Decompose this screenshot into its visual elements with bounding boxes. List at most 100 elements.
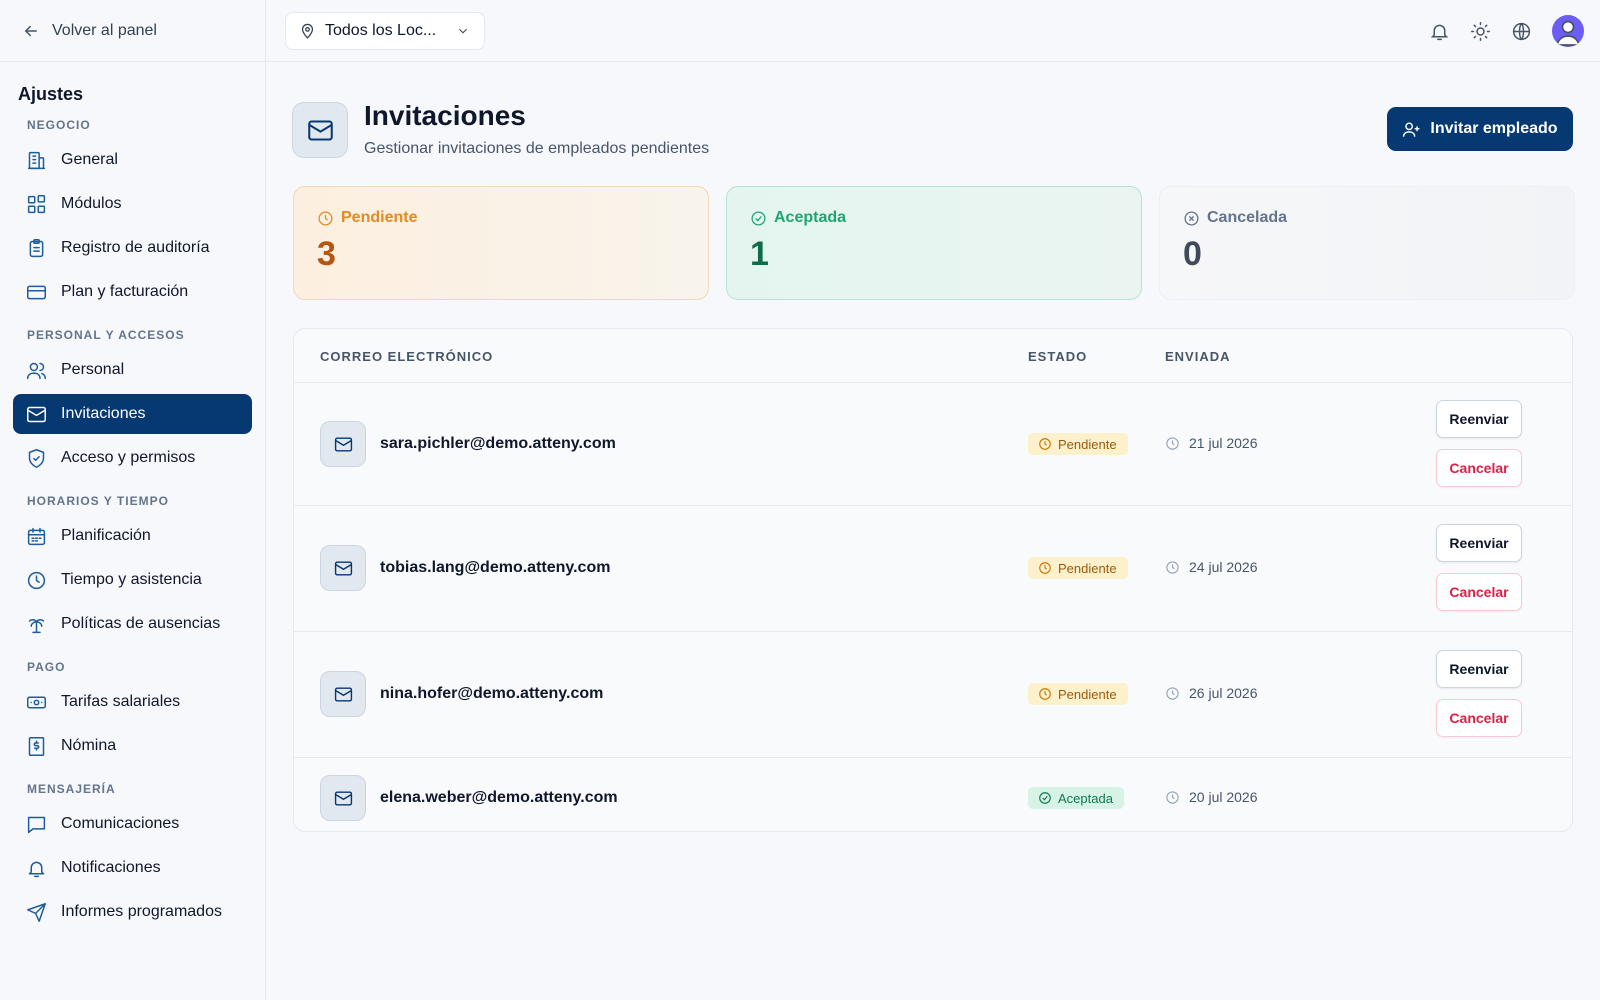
location-selector[interactable]: Todos los Loc...	[285, 12, 485, 50]
bell-icon	[1430, 24, 1449, 40]
column-header-email[interactable]: CORREO ELECTRÓNICO	[320, 349, 493, 364]
mail-icon	[334, 686, 352, 702]
sidebar-item-scheduled-reports[interactable]: Informes programados	[13, 892, 252, 932]
globe-icon	[1512, 22, 1531, 40]
calendar-icon	[27, 527, 46, 545]
row-icon	[320, 545, 366, 591]
banknote-icon	[27, 696, 46, 708]
clock-icon	[1039, 438, 1051, 450]
sidebar-item-label: Invitaciones	[61, 405, 146, 422]
sidebar-item-access[interactable]: Acceso y permisos	[13, 438, 252, 478]
back-label: Volver al panel	[52, 21, 157, 39]
invite-label: Invitar empleado	[1430, 120, 1558, 137]
row-date: 24 jul 2026	[1165, 559, 1258, 575]
sidebar: Volver al panel Ajustes NEGOCIO General …	[0, 0, 266, 1000]
user-plus-icon	[1403, 121, 1420, 137]
sidebar-item-pay-rates[interactable]: Tarifas salariales	[13, 682, 252, 722]
column-header-sent[interactable]: ENVIADA	[1165, 349, 1231, 364]
clock-icon	[1166, 560, 1179, 574]
date-label: 21 jul 2026	[1189, 435, 1258, 451]
section-label-pay: PAGO	[27, 660, 66, 674]
sidebar-item-label: Informes programados	[61, 903, 222, 920]
date-label: 26 jul 2026	[1189, 685, 1258, 701]
cancel-button[interactable]: Cancelar	[1436, 449, 1522, 487]
sidebar-item-notifications[interactable]: Notificaciones	[13, 848, 252, 888]
message-icon	[27, 816, 46, 833]
page-title: Invitaciones	[364, 100, 526, 131]
stat-label: Aceptada	[774, 209, 847, 226]
row-date: 20 jul 2026	[1165, 789, 1258, 805]
building-icon	[27, 151, 46, 169]
sidebar-item-general[interactable]: General	[13, 140, 252, 180]
resend-button[interactable]: Reenviar	[1436, 400, 1522, 438]
status-label: Pendiente	[1058, 560, 1117, 576]
section-label-business: NEGOCIO	[27, 118, 91, 132]
invite-employee-button[interactable]: Invitar empleado	[1387, 107, 1573, 151]
receipt-icon	[28, 736, 45, 756]
mail-icon	[334, 560, 352, 576]
date-label: 20 jul 2026	[1189, 789, 1258, 805]
modules-icon	[27, 194, 46, 213]
avatar[interactable]	[1552, 15, 1584, 47]
topbar-actions	[1429, 15, 1584, 47]
settings-title: Ajustes	[18, 84, 84, 104]
send-icon	[27, 902, 46, 922]
clock-icon	[1039, 562, 1051, 574]
row-email: sara.pichler@demo.atteny.com	[380, 435, 616, 452]
sidebar-item-label: Plan y facturación	[61, 283, 189, 300]
sidebar-item-audit-log[interactable]: Registro de auditoría	[13, 228, 252, 268]
user-icon	[1555, 20, 1581, 46]
clock-icon	[318, 210, 333, 226]
sidebar-item-label: Notificaciones	[61, 859, 161, 876]
section-label-scheduling: HORARIOS Y TIEMPO	[27, 494, 169, 508]
back-to-dashboard-link[interactable]: Volver al panel	[0, 0, 265, 62]
clipboard-icon	[29, 238, 44, 257]
sidebar-item-staff[interactable]: Personal	[13, 350, 252, 390]
theme-toggle-button[interactable]	[1470, 21, 1491, 42]
page-icon	[292, 102, 348, 158]
sidebar-item-communications[interactable]: Comunicaciones	[13, 804, 252, 844]
x-circle-icon	[1184, 210, 1199, 226]
sidebar-item-invitations[interactable]: Invitaciones	[13, 394, 252, 434]
column-header-status[interactable]: ESTADO	[1028, 349, 1087, 364]
stat-value: 1	[750, 235, 769, 273]
language-button[interactable]	[1511, 21, 1532, 42]
notifications-button[interactable]	[1429, 21, 1450, 42]
row-date: 26 jul 2026	[1165, 685, 1258, 701]
sidebar-item-payroll[interactable]: Nómina	[13, 726, 252, 766]
sidebar-item-label: Registro de auditoría	[61, 239, 210, 256]
sun-icon	[1471, 21, 1490, 41]
stat-label: Cancelada	[1207, 209, 1288, 226]
sidebar-item-label: Módulos	[61, 195, 122, 212]
mail-icon	[334, 790, 352, 806]
row-icon	[320, 775, 366, 821]
clock-icon	[1166, 790, 1179, 804]
sidebar-item-billing[interactable]: Plan y facturación	[13, 272, 252, 312]
location-label: Todos los Loc...	[325, 22, 437, 39]
sidebar-item-time[interactable]: Tiempo y asistencia	[13, 560, 252, 600]
sidebar-item-absence-policies[interactable]: Políticas de ausencias	[13, 604, 252, 644]
sidebar-item-label: Comunicaciones	[61, 815, 180, 832]
arrow-left-icon	[24, 25, 37, 36]
resend-button[interactable]: Reenviar	[1436, 650, 1522, 688]
table-row: tobias.lang@demo.atteny.com Pendiente 24…	[294, 506, 1572, 632]
sidebar-item-modules[interactable]: Módulos	[13, 184, 252, 224]
stat-label: Pendiente	[341, 209, 418, 226]
sidebar-item-planning[interactable]: Planificación	[13, 516, 252, 556]
table-row: sara.pichler@demo.atteny.com Pendiente 2…	[294, 383, 1572, 506]
cancel-button[interactable]: Cancelar	[1436, 699, 1522, 737]
section-label-staff: PERSONAL Y ACCESOS	[27, 328, 185, 342]
cancel-button[interactable]: Cancelar	[1436, 573, 1522, 611]
chevron-down-icon	[459, 28, 467, 34]
sidebar-item-label: Tiempo y asistencia	[61, 571, 202, 588]
row-icon	[320, 421, 366, 467]
invitations-table: CORREO ELECTRÓNICO ESTADO ENVIADA sara.p…	[293, 328, 1573, 832]
check-circle-icon	[751, 210, 766, 226]
table-header: CORREO ELECTRÓNICO ESTADO ENVIADA	[294, 329, 1572, 383]
table-row: elena.weber@demo.atteny.com Aceptada 20 …	[294, 758, 1572, 838]
mail-icon	[334, 436, 352, 452]
palm-tree-icon	[28, 618, 45, 633]
resend-button[interactable]: Reenviar	[1436, 524, 1522, 562]
status-label: Pendiente	[1058, 686, 1117, 702]
date-label: 24 jul 2026	[1189, 559, 1258, 575]
